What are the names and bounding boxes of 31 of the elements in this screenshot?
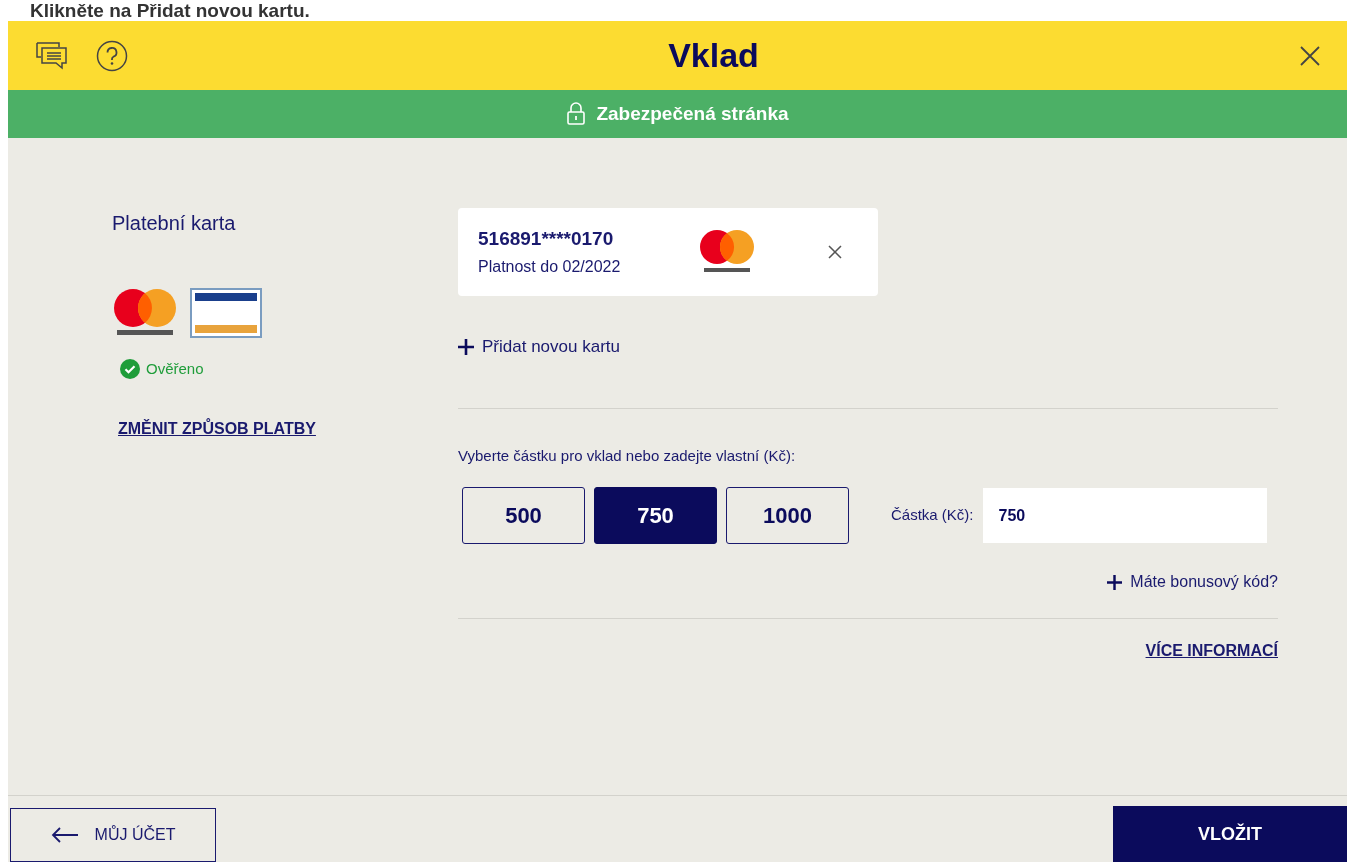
saved-card[interactable]: 516891****0170 Platnost do 02/2022 bbox=[458, 208, 878, 296]
plus-icon[interactable] bbox=[1107, 574, 1123, 590]
plus-icon[interactable] bbox=[458, 338, 474, 355]
add-card-link[interactable]: Přidat novou kartu bbox=[482, 334, 620, 360]
card-expiry: Platnost do 02/2022 bbox=[478, 257, 622, 278]
change-payment-link[interactable]: ZMĚNIT ZPŮSOB PLATBY bbox=[118, 416, 316, 441]
payment-method-title: Platební karta bbox=[112, 211, 237, 236]
mastercard-logo bbox=[698, 229, 756, 275]
secure-label: Zabezpečená stránka bbox=[596, 101, 789, 126]
mastercard-logo bbox=[112, 288, 178, 338]
remove-card-icon[interactable] bbox=[828, 245, 842, 259]
back-arrow-icon bbox=[50, 827, 79, 843]
my-account-button[interactable]: MŮJ ÚČET bbox=[10, 808, 216, 862]
close-icon[interactable] bbox=[1299, 44, 1321, 67]
visa-logo bbox=[190, 288, 262, 338]
amount-field[interactable]: 750 bbox=[982, 488, 1267, 543]
dialog-title: Vklad bbox=[668, 35, 759, 76]
padlock-icon bbox=[566, 102, 587, 126]
more-info-link[interactable]: VÍCE INFORMACÍ bbox=[1145, 639, 1278, 663]
amount-prompt: Vyberte částku pro vklad nebo zadejte vlastní (Kč): bbox=[458, 445, 797, 466]
amount-option[interactable]: 500 bbox=[462, 487, 585, 544]
amount-option[interactable]: 1000 bbox=[726, 487, 849, 544]
deposit-button[interactable]: VLOŽIT bbox=[1113, 806, 1347, 862]
amount-field-label: Částka (Kč): bbox=[891, 505, 974, 526]
instruction-caption: Klikněte na Přidat novou kartu. bbox=[30, 0, 310, 21]
bonus-code-link[interactable]: Máte bonusový kód? bbox=[1130, 570, 1278, 594]
help-icon[interactable] bbox=[96, 39, 128, 72]
verified-status: Ověřeno bbox=[146, 359, 204, 379]
card-number: 516891****0170 bbox=[478, 226, 615, 251]
amount-option[interactable]: 750 bbox=[594, 487, 717, 544]
chat-icon[interactable] bbox=[34, 40, 70, 71]
